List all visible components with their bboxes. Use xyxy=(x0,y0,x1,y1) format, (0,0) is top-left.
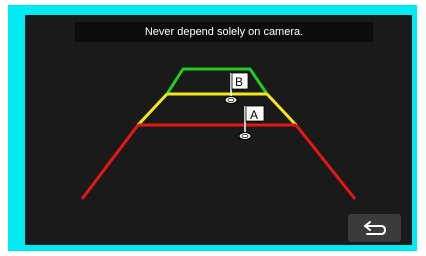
guide-line-far xyxy=(165,67,269,95)
guide-line-near-right xyxy=(294,124,357,200)
marker-a-label: A xyxy=(250,108,258,122)
parking-guide-lines: B A xyxy=(80,67,357,200)
marker-a: A xyxy=(238,105,265,140)
camera-screen: Never depend solely on camera. B A xyxy=(25,15,412,245)
back-arrow-icon xyxy=(363,221,386,235)
guide-line-mid-right xyxy=(265,92,298,127)
guide-line-mid-left xyxy=(136,92,169,127)
back-button[interactable] xyxy=(348,214,401,242)
marker-b-label: B xyxy=(235,75,243,89)
guide-line-near-left xyxy=(80,124,140,200)
marker-b: B xyxy=(224,72,249,104)
